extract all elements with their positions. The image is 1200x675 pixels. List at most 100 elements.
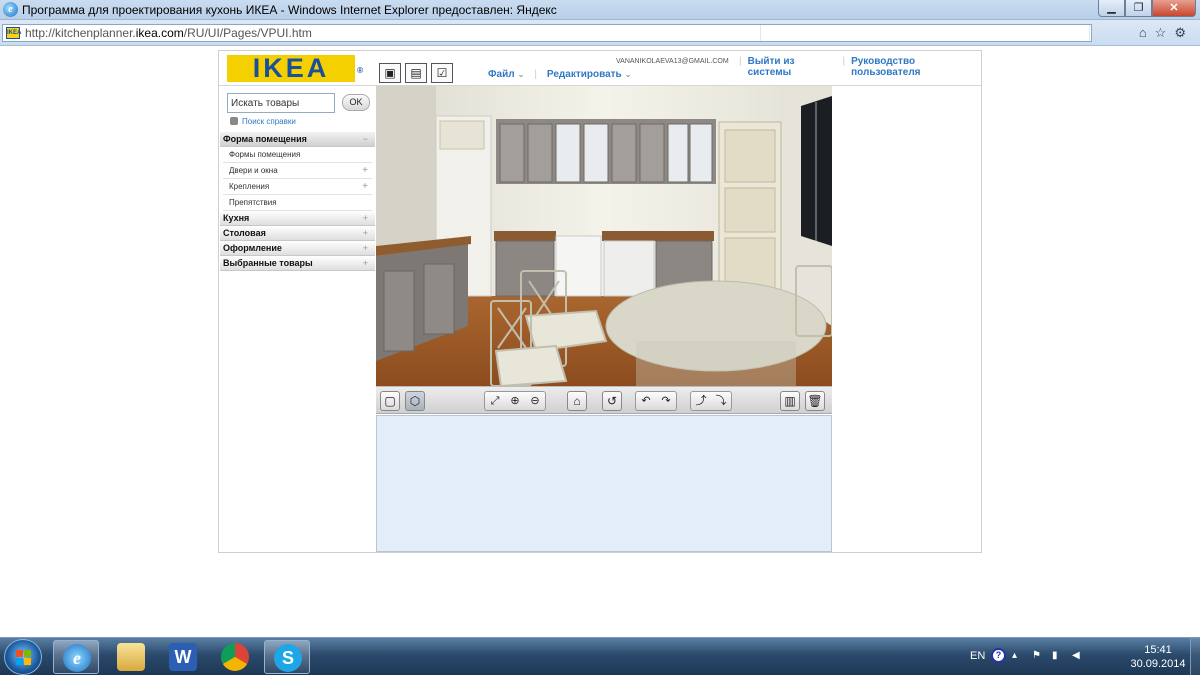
category-accordion: Форма помещения − Формы помещения Двери и…: [220, 132, 375, 271]
chevron-down-icon: ⌄: [517, 70, 525, 79]
sub-label: Препятствия: [229, 198, 277, 207]
expand-icon: +: [362, 213, 368, 223]
main-menu: Файл ⌄ | Редактировать ⌄: [488, 69, 632, 80]
logout-link[interactable]: Выйти из системы: [748, 56, 837, 78]
url-prefix: http://kitchenplanner.: [25, 26, 136, 40]
sub-obstacles[interactable]: Препятствия: [223, 195, 372, 211]
sub-room-shapes[interactable]: Формы помещения: [223, 147, 372, 163]
minimize-button[interactable]: ▁: [1098, 0, 1125, 17]
expand-icon: +: [362, 165, 368, 176]
expand-icon: +: [362, 181, 368, 192]
tilt-up-icon[interactable]: ⤴: [691, 392, 711, 410]
close-button[interactable]: ✕: [1152, 0, 1196, 17]
taskbar-internet-explorer[interactable]: e: [53, 640, 99, 674]
action-center-icon[interactable]: ⚑: [1032, 650, 1041, 661]
top-links: | Выйти из системы | Руководство пользов…: [739, 56, 981, 78]
chevron-down-icon: ⌄: [624, 70, 632, 79]
section-decor[interactable]: Оформление +: [220, 241, 375, 256]
rotate-group: ↶ ↷: [635, 391, 677, 411]
section-dining[interactable]: Столовая +: [220, 226, 375, 241]
url-host: ikea.com: [135, 26, 184, 40]
window-controls: ▁ ❐ ✕: [1098, 0, 1196, 18]
sub-doors-windows[interactable]: Двери и окна +: [223, 163, 372, 179]
windows-logo-icon: [16, 650, 32, 665]
zoom-in-icon[interactable]: ⊕: [505, 392, 525, 410]
windows-taskbar: e W S EN ? ▴ ⚑ ▮ ◀ 15:41 30.09.2014: [0, 637, 1200, 675]
tilt-down-icon[interactable]: ⤵: [711, 392, 731, 410]
section-room-shape[interactable]: Форма помещения −: [220, 132, 375, 147]
language-indicator[interactable]: EN: [970, 650, 985, 662]
network-icon[interactable]: ▮: [1052, 650, 1058, 661]
oven: [603, 240, 655, 297]
start-button[interactable]: [4, 639, 42, 675]
taskbar-file-explorer[interactable]: [108, 640, 154, 674]
zoom-fit-icon[interactable]: ⤢: [485, 392, 505, 410]
countertop-back-left: [494, 231, 556, 241]
maximize-button[interactable]: ❐: [1125, 0, 1152, 17]
zoom-group: ⤢ ⊕ ⊖: [484, 391, 546, 411]
kitchen-planner-page: IKEA ® ▣ ▤ ☑ Файл ⌄ | Редактировать ⌄ VANAN…: [218, 50, 982, 553]
word-icon: W: [169, 643, 197, 671]
registered-mark: ®: [357, 66, 363, 75]
sub-fixtures[interactable]: Крепления +: [223, 179, 372, 195]
menu-edit[interactable]: Редактировать ⌄: [547, 69, 631, 80]
menu-file[interactable]: Файл ⌄: [488, 69, 524, 80]
section-kitchen[interactable]: Кухня +: [220, 211, 375, 226]
2d-view-icon[interactable]: ▢: [380, 391, 400, 411]
home-icon[interactable]: ⌂: [567, 391, 587, 411]
rotate-left-icon[interactable]: ↶: [636, 392, 656, 410]
taskbar-word[interactable]: W: [160, 640, 206, 674]
expand-icon: +: [362, 228, 368, 238]
product-search-input[interactable]: Искать товары: [227, 93, 335, 113]
help-tray-icon[interactable]: ?: [991, 648, 1006, 663]
internet-explorer-icon: e: [3, 2, 18, 17]
volume-icon[interactable]: ◀: [1072, 650, 1080, 661]
trash-icon[interactable]: 🗑: [805, 391, 825, 411]
sub-label: Крепления: [229, 182, 270, 191]
ikea-favicon: IKEA: [6, 27, 21, 39]
ikea-logo-text: IKEA: [252, 53, 330, 83]
checklist-icon[interactable]: ☑: [431, 63, 453, 83]
file-toolbar: ▣ ▤ ☑: [379, 63, 453, 83]
browser-nav-icons[interactable]: ⌂☆⚙: [1139, 25, 1194, 41]
show-desktop-button[interactable]: [1190, 638, 1200, 675]
save-icon[interactable]: ▣: [379, 63, 401, 83]
ikea-logo: IKEA ®: [227, 53, 363, 83]
help-icon: [230, 117, 238, 125]
reset-rotate-icon[interactable]: ↺: [602, 391, 622, 411]
tilt-group: ⤴ ⤵: [690, 391, 732, 411]
user-guide-link[interactable]: Руководство пользователя: [851, 56, 981, 78]
3d-view-icon[interactable]: ⬡: [405, 391, 425, 411]
skype-icon: S: [274, 644, 302, 672]
expand-icon: +: [362, 258, 368, 268]
search-ok-button[interactable]: OK: [342, 94, 370, 111]
countertop-back-right: [602, 231, 714, 241]
taskbar-skype[interactable]: S: [264, 640, 310, 674]
clock-date: 30.09.2014: [1130, 658, 1186, 670]
chrome-icon: [221, 643, 249, 671]
tray-expand-icon[interactable]: ▴: [1012, 650, 1017, 661]
section-selected-items[interactable]: Выбранные товары +: [220, 256, 375, 271]
section-label: Выбранные товары: [223, 258, 313, 268]
help-search-label: Поиск справки: [242, 117, 296, 126]
menu-edit-label: Редактировать: [546, 69, 622, 80]
print-icon[interactable]: ▤: [405, 63, 427, 83]
kitchen-render: [376, 86, 832, 386]
catalog-icon[interactable]: ▥: [780, 391, 800, 411]
help-search-link[interactable]: Поиск справки: [230, 117, 296, 126]
zoom-out-icon[interactable]: ⊖: [525, 392, 545, 410]
3d-kitchen-view[interactable]: [376, 86, 832, 386]
clock[interactable]: 15:41 30.09.2014: [1128, 643, 1188, 671]
view-toolbar: ▢ ⬡ ⤢ ⊕ ⊖ ⌂ ↺ ↶ ↷ ⤴ ⤵ ▥ 🗑: [376, 386, 832, 414]
internet-explorer-icon: e: [63, 644, 91, 672]
rotate-right-icon[interactable]: ↷: [656, 392, 676, 410]
taskbar-chrome[interactable]: [212, 640, 258, 674]
clock-time: 15:41: [1144, 644, 1172, 656]
system-tray: EN ? ▴ ⚑ ▮ ◀ 15:41 30.09.2014: [960, 638, 1200, 675]
url-suffix: /RU/UI/Pages/VPUI.htm: [183, 26, 312, 40]
browser-search-field[interactable]: [760, 24, 1090, 42]
folder-icon: [117, 643, 145, 671]
section-label: Оформление: [223, 243, 282, 253]
product-catalog-panel[interactable]: [376, 415, 832, 552]
collapse-icon: −: [362, 134, 368, 144]
